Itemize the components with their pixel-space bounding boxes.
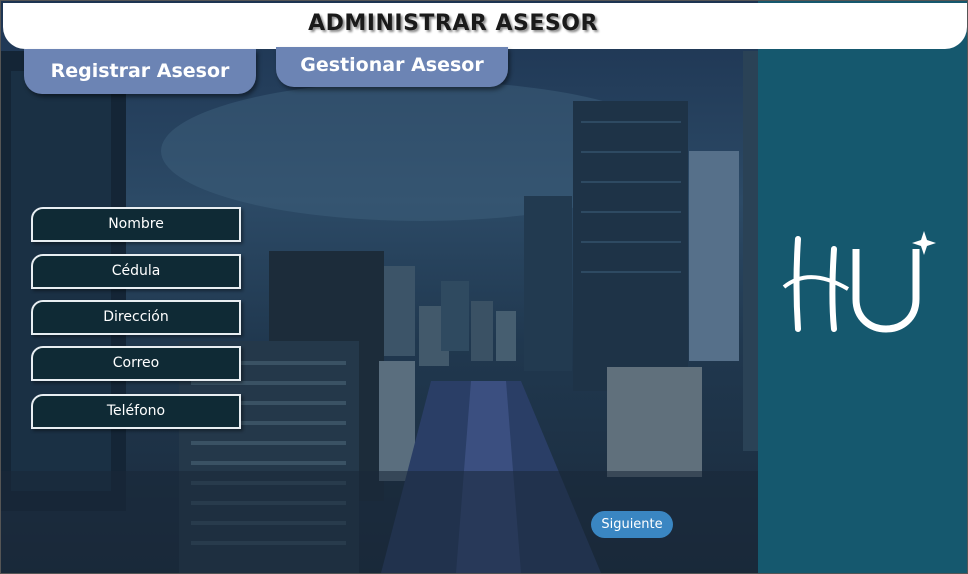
telefono-field[interactable]: Teléfono (31, 394, 241, 429)
correo-field[interactable]: Correo (31, 346, 241, 381)
cedula-field[interactable]: Cédula (31, 254, 241, 289)
siguiente-button[interactable]: Siguiente (591, 511, 673, 538)
tab-registrar-asesor[interactable]: Registrar Asesor (24, 49, 256, 94)
hu-logo-icon (782, 231, 936, 333)
tab-gestionar-asesor[interactable]: Gestionar Asesor (276, 47, 508, 87)
app-window: ADMINISTRAR ASESOR Registrar Asesor Gest… (0, 0, 968, 574)
page-title: ADMINISTRAR ASESOR (308, 11, 598, 36)
nombre-field[interactable]: Nombre (31, 207, 241, 242)
header-bar: ADMINISTRAR ASESOR (3, 3, 967, 49)
direccion-field[interactable]: Dirección (31, 300, 241, 335)
